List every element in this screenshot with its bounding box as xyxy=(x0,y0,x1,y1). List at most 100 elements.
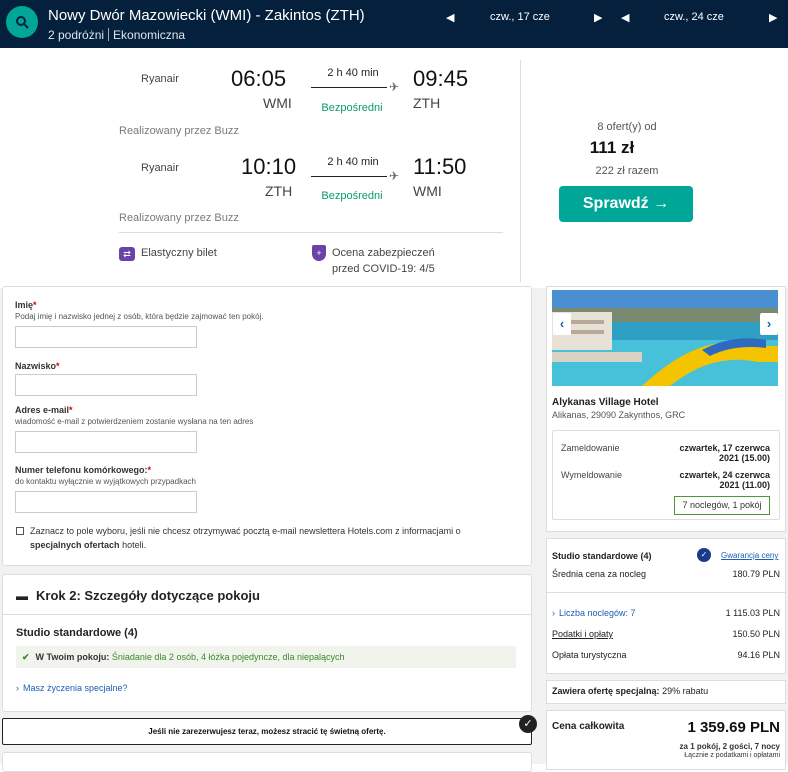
newsletter-optout[interactable]: Zaznacz to pole wyboru, jeśli nie chcesz… xyxy=(16,524,516,552)
in-room-info: ✔ W Twoim pokoju: Śniadanie dla 2 osób, 4… xyxy=(16,646,516,668)
email-field[interactable] xyxy=(15,431,197,453)
avg-price-value: 180.79 PLN xyxy=(732,569,780,579)
total-price-taxes-note: Łącznie z podatkami i opłatami xyxy=(684,752,780,759)
summary-room-type: Studio standardowe (4) xyxy=(552,551,652,561)
photo-next-button[interactable]: › xyxy=(760,313,778,335)
outbound-duration: 2 h 40 min xyxy=(327,67,379,79)
first-name-label: Imię* xyxy=(15,300,37,310)
offers-count: 8 ofert(y) od xyxy=(597,121,657,133)
panel-divider xyxy=(2,614,532,615)
prev-date-back-icon[interactable]: ◀ xyxy=(621,11,629,24)
taxes-link[interactable]: Podatki i opłaty xyxy=(552,629,613,639)
email-hint: wiadomość e-mail z potwierdzeniem zostan… xyxy=(15,417,254,426)
travellers-count: 2 podróżni xyxy=(48,28,105,42)
total-price-value: 1 359.69 PLN xyxy=(687,719,780,736)
phone-label: Numer telefonu komórkowego:* xyxy=(15,465,152,475)
trip-summary[interactable]: 2 podróżni Ekonomiczna xyxy=(48,28,185,42)
first-name-hint: Podaj imię i nazwisko jednej z osób, któ… xyxy=(15,312,264,321)
tourist-fee-label: Opłata turystyczna xyxy=(552,650,627,660)
checkin-date: czwartek, 17 czerwca 2021 (15.00) xyxy=(679,443,770,463)
flexible-ticket-feature[interactable]: ⇄ Elastyczny bilet xyxy=(119,247,217,261)
price-guarantee-link[interactable]: Gwarancja ceny xyxy=(721,551,778,560)
bed-icon: ▬ xyxy=(16,589,28,603)
next-date-out-icon[interactable]: ▶ xyxy=(594,11,602,24)
inbound-arrival-airport: WMI xyxy=(413,183,442,199)
offer-price: 111 zł xyxy=(589,138,635,157)
covid-rating-line1: Ocena zabezpieczeń xyxy=(332,247,435,259)
photo-prev-button[interactable]: ‹ xyxy=(553,313,571,335)
inbound-stops: Bezpośredni xyxy=(321,190,383,202)
inbound-duration: 2 h 40 min xyxy=(327,156,379,168)
phone-field[interactable] xyxy=(15,491,197,513)
ticket-icon: ⇄ xyxy=(119,247,135,261)
room-type: Studio standardowe (4) xyxy=(16,627,138,639)
price-guarantee-icon: ✓ xyxy=(697,548,711,562)
card-divider xyxy=(119,232,503,233)
outbound-arrival-airport: ZTH xyxy=(413,95,441,111)
phone-hint: do kontaktu wyłącznie w wyjątkowych przy… xyxy=(15,477,196,486)
search-header: Nowy Dwór Mazowiecki (WMI) - Zakintos (Z… xyxy=(0,0,788,48)
card-vertical-divider xyxy=(520,60,521,282)
price-divider xyxy=(546,592,786,593)
email-label: Adres e-mail* xyxy=(15,405,73,415)
return-date[interactable]: czw., 24 cze xyxy=(664,11,724,23)
inbound-airline: Ryanair xyxy=(141,162,179,174)
last-name-field[interactable] xyxy=(15,374,197,396)
shield-icon: + xyxy=(312,245,326,261)
outbound-departure-time: 06:05 xyxy=(231,66,287,91)
check-circle-icon: ✓ xyxy=(519,715,537,733)
inbound-departure-time: 10:10 xyxy=(241,154,297,179)
covid-rating-feature[interactable]: + Ocena zabezpieczeń przed COVID-19: 4/5 xyxy=(312,245,435,277)
outbound-date[interactable]: czw., 17 cze xyxy=(490,11,550,23)
outbound-arrival-time: 09:45 xyxy=(413,66,469,91)
checkout-date: czwartek, 24 czerwca 2021 (11.00) xyxy=(679,470,770,490)
outbound-stops: Bezpośredni xyxy=(321,102,383,114)
urgency-warning: Jeśli nie zarezerwujesz teraz, możesz st… xyxy=(2,718,532,745)
chevron-left-icon: ‹ xyxy=(559,316,565,331)
first-name-field[interactable] xyxy=(15,326,197,348)
search-button[interactable] xyxy=(6,6,38,38)
step2-title: ▬ Krok 2: Szczegóły dotyczące pokoju xyxy=(16,588,260,603)
inbound-route-line xyxy=(311,176,387,177)
nights-summary: 7 noclegów, 1 pokój xyxy=(674,496,770,515)
checkout-label: Wymeldowanie xyxy=(561,470,622,480)
check-icon: ✔ xyxy=(22,652,30,662)
flexible-ticket-label: Elastyczny bilet xyxy=(141,247,217,259)
next-panel xyxy=(2,752,532,772)
route-title[interactable]: Nowy Dwór Mazowiecki (WMI) - Zakintos (Z… xyxy=(48,7,365,24)
next-date-back-icon[interactable]: ▶ xyxy=(769,11,777,24)
taxes-value: 150.50 PLN xyxy=(732,629,780,639)
outbound-airline: Ryanair xyxy=(141,73,179,85)
search-icon xyxy=(16,16,29,29)
hotel-photo[interactable] xyxy=(552,290,778,386)
plane-icon: ✈ xyxy=(389,169,400,183)
nights-count-link[interactable]: › Liczba noclegów: 7 xyxy=(552,608,636,618)
chevron-right-icon: › xyxy=(766,316,772,331)
outbound-route-line xyxy=(311,87,387,88)
plane-icon: ✈ xyxy=(389,80,400,94)
chevron-right-icon: › xyxy=(552,608,555,618)
total-price-basis: za 1 pokój, 2 gości, 7 nocy xyxy=(679,742,780,751)
last-name-label: Nazwisko* xyxy=(15,361,60,371)
offer-total: 222 zł razem xyxy=(595,165,659,177)
special-requests-link[interactable]: › Masz życzenia specjalne? xyxy=(16,683,128,693)
hotel-address: Alikanas, 29090 Zakynthos, GRC xyxy=(552,410,686,420)
total-price-label: Cena całkowita xyxy=(552,721,625,732)
cabin-class: Ekonomiczna xyxy=(113,28,186,42)
covid-rating-line2: przed COVID-19: 4/5 xyxy=(332,263,435,275)
tourist-fee-value: 94.16 PLN xyxy=(737,650,780,660)
hotel-name: Alykanas Village Hotel xyxy=(552,397,659,408)
outbound-operator: Realizowany przez Buzz xyxy=(119,125,239,137)
outbound-departure-airport: WMI xyxy=(263,95,292,111)
inbound-arrival-time: 11:50 xyxy=(413,154,467,179)
newsletter-checkbox[interactable] xyxy=(16,527,24,535)
nights-price-value: 1 115.03 PLN xyxy=(725,608,780,618)
special-offer: Zawiera ofertę specjalną: 29% rabatu xyxy=(552,686,709,696)
chevron-right-icon: › xyxy=(16,683,19,693)
avg-price-label: Średnia cena za nocleg xyxy=(552,569,647,579)
inbound-operator: Realizowany przez Buzz xyxy=(119,212,239,224)
inbound-departure-airport: ZTH xyxy=(265,183,293,199)
check-offer-button[interactable]: Sprawdź → xyxy=(559,186,693,222)
checkin-label: Zameldowanie xyxy=(561,443,620,453)
prev-date-out-icon[interactable]: ◀ xyxy=(446,11,454,24)
